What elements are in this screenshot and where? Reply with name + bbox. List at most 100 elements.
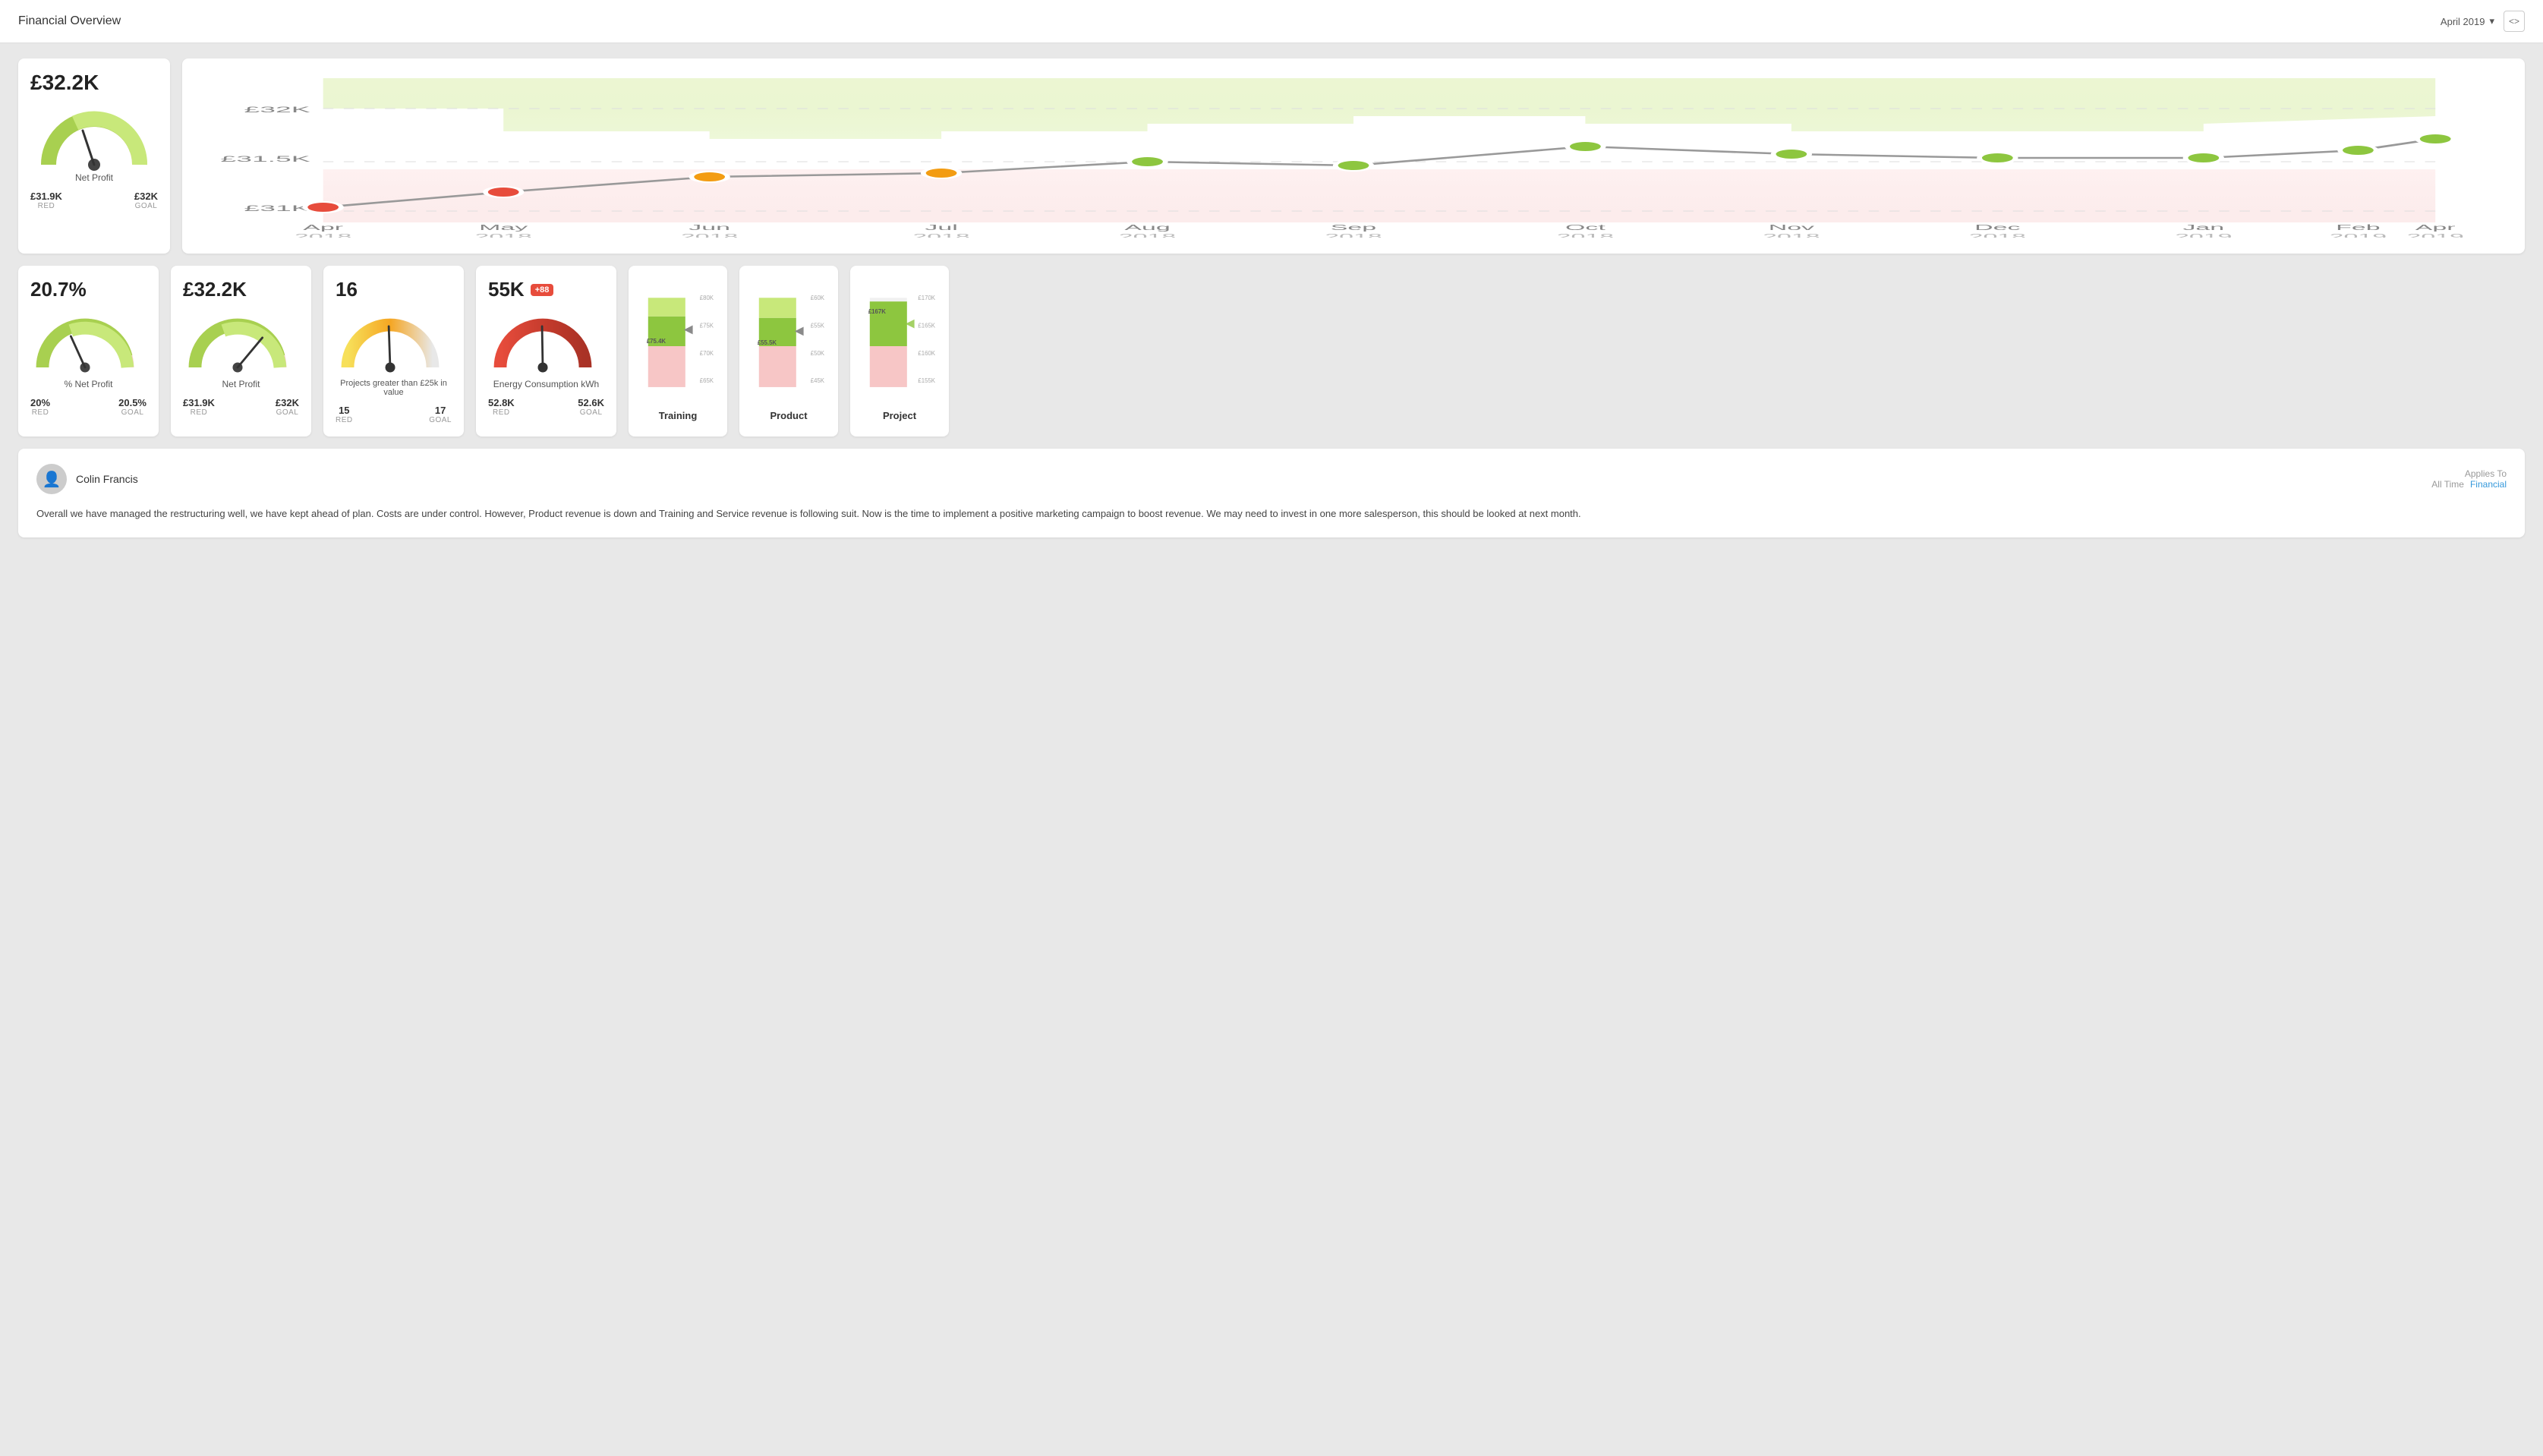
svg-text:Feb: Feb <box>2336 223 2380 232</box>
svg-text:2018: 2018 <box>295 232 351 238</box>
energy-footer: 52.8K RED 52.6K GOAL <box>488 397 604 417</box>
net-profit-label: Net Profit <box>75 172 113 183</box>
svg-text:£65K: £65K <box>700 377 714 384</box>
svg-text:£160K: £160K <box>918 350 935 357</box>
comment-text: Overall we have managed the restructurin… <box>36 506 2507 522</box>
svg-text:2018: 2018 <box>1763 232 1820 238</box>
svg-text:£31.5K: £31.5K <box>220 154 310 163</box>
net-profit2-footer: £31.9K RED £32K GOAL <box>183 397 299 417</box>
svg-text:2018: 2018 <box>474 232 531 238</box>
product-chart: £60K £55K £50K £45K £55.5K <box>752 285 826 407</box>
training-label: Training <box>659 410 698 421</box>
svg-text:£155K: £155K <box>918 377 935 384</box>
projects-footer: 15 RED 17 GOAL <box>336 405 452 424</box>
applies-to-link[interactable]: Financial <box>2470 479 2507 490</box>
svg-text:2018: 2018 <box>1119 232 1176 238</box>
svg-text:Sep: Sep <box>1331 223 1376 232</box>
svg-text:£80K: £80K <box>700 295 714 301</box>
avatar: 👤 <box>36 464 67 494</box>
applies-to-row: All Time Financial <box>2431 479 2507 490</box>
line-chart-card: £32K £31.5K £31K <box>182 58 2525 254</box>
svg-text:£70K: £70K <box>700 350 714 357</box>
svg-text:£165K: £165K <box>918 323 935 329</box>
net-profit2-label: Net Profit <box>222 379 260 389</box>
energy-label: Energy Consumption kWh <box>493 379 599 389</box>
code-icon[interactable]: <> <box>2504 11 2525 32</box>
svg-text:Jan: Jan <box>2182 223 2224 232</box>
projects-card: 16 Projects greater than <box>323 266 464 436</box>
project-label: Project <box>883 410 916 421</box>
energy-card: 55K +88 Energy Consum <box>476 266 616 436</box>
svg-text:2019: 2019 <box>2406 232 2463 238</box>
header: Financial Overview April 2019 ▾ <> <box>0 0 2543 43</box>
svg-text:2018: 2018 <box>681 232 738 238</box>
net-profit2-card: £32.2K Net Profit £31.9K RED £32K <box>171 266 311 436</box>
pct-net-profit-gauge <box>32 310 146 371</box>
svg-text:May: May <box>479 223 528 232</box>
energy-goal-value: 52.6K <box>578 397 604 408</box>
energy-badge: +88 <box>531 284 554 296</box>
svg-text:2019: 2019 <box>2175 232 2232 238</box>
applies-to-label: Applies To <box>2431 468 2507 479</box>
projects-label: Projects greater than £25k in value <box>336 379 452 397</box>
net-profit-red: £31.9K RED <box>30 191 62 210</box>
top-row: £32.2K Net Profit £31.9K <box>18 58 2525 254</box>
net-profit-red-label: RED <box>38 202 55 210</box>
pct-net-profit-footer: 20% RED 20.5% GOAL <box>30 397 147 417</box>
np2-red-label: RED <box>191 408 208 417</box>
svg-text:Apr: Apr <box>2415 223 2456 232</box>
bottom-row: 20.7% % Net Profit 20% RED 20.5% <box>18 266 2525 436</box>
svg-text:Apr: Apr <box>303 223 343 232</box>
svg-text:£55K: £55K <box>811 323 825 329</box>
svg-text:£50K: £50K <box>811 350 825 357</box>
energy-red-label: RED <box>493 408 510 417</box>
training-chart: £80K £75K £70K £65K £75.4K <box>641 285 715 407</box>
date-selector[interactable]: April 2019 ▾ <box>2441 15 2494 27</box>
svg-text:Jun: Jun <box>689 223 730 232</box>
svg-text:£60K: £60K <box>811 295 825 301</box>
svg-text:2018: 2018 <box>912 232 969 238</box>
pct-red-label: RED <box>32 408 49 417</box>
np2-red-value: £31.9K <box>183 397 215 408</box>
svg-text:£170K: £170K <box>918 295 935 301</box>
net-profit-value: £32.2K <box>30 71 99 95</box>
comment-header: 👤 Colin Francis Applies To All Time Fina… <box>36 464 2507 494</box>
net-profit-gauge <box>37 104 151 165</box>
pct-net-profit-value: 20.7% <box>30 278 87 301</box>
line-chart-svg: £32K £31.5K £31K <box>194 71 2513 238</box>
proj-red-value: 15 <box>339 405 349 416</box>
comment-author: Colin Francis <box>76 473 138 485</box>
net-profit-kpi-card: £32.2K Net Profit £31.9K <box>18 58 170 254</box>
energy-value: 55K <box>488 278 525 301</box>
training-card: £80K £75K £70K £65K £75.4K <box>629 266 727 436</box>
net-profit2-gauge <box>184 310 298 371</box>
pct-net-profit-card: 20.7% % Net Profit 20% RED 20.5% <box>18 266 159 436</box>
svg-text:£55.5K: £55.5K <box>758 339 777 346</box>
comment-meta: Applies To All Time Financial <box>2431 468 2507 490</box>
svg-text:£75.4K: £75.4K <box>647 338 666 345</box>
net-profit2-value: £32.2K <box>183 278 247 301</box>
comment-user: 👤 Colin Francis <box>36 464 138 494</box>
pct-net-profit-label: % Net Profit <box>64 379 112 389</box>
svg-text:2018: 2018 <box>1325 232 1382 238</box>
projects-value: 16 <box>336 278 358 301</box>
proj-goal-label: GOAL <box>429 416 452 424</box>
svg-text:Aug: Aug <box>1124 223 1170 232</box>
svg-text:2018: 2018 <box>1969 232 2026 238</box>
svg-text:£45K: £45K <box>811 377 825 384</box>
date-label: April 2019 <box>2441 16 2485 27</box>
svg-text:2018: 2018 <box>1557 232 1614 238</box>
net-profit-red-value: £31.9K <box>30 191 62 202</box>
energy-red-value: 52.8K <box>488 397 515 408</box>
svg-text:£32K: £32K <box>244 105 311 114</box>
proj-goal-value: 17 <box>435 405 446 416</box>
applies-to-period: All Time <box>2431 479 2464 490</box>
svg-text:Oct: Oct <box>1565 223 1606 232</box>
comment-card: 👤 Colin Francis Applies To All Time Fina… <box>18 449 2525 537</box>
product-label: Product <box>770 410 807 421</box>
header-right: April 2019 ▾ <> <box>2441 11 2525 32</box>
svg-text:2019: 2019 <box>2330 232 2387 238</box>
proj-red-label: RED <box>336 416 353 424</box>
chevron-down-icon: ▾ <box>2489 15 2494 27</box>
pct-goal-label: GOAL <box>121 408 144 417</box>
